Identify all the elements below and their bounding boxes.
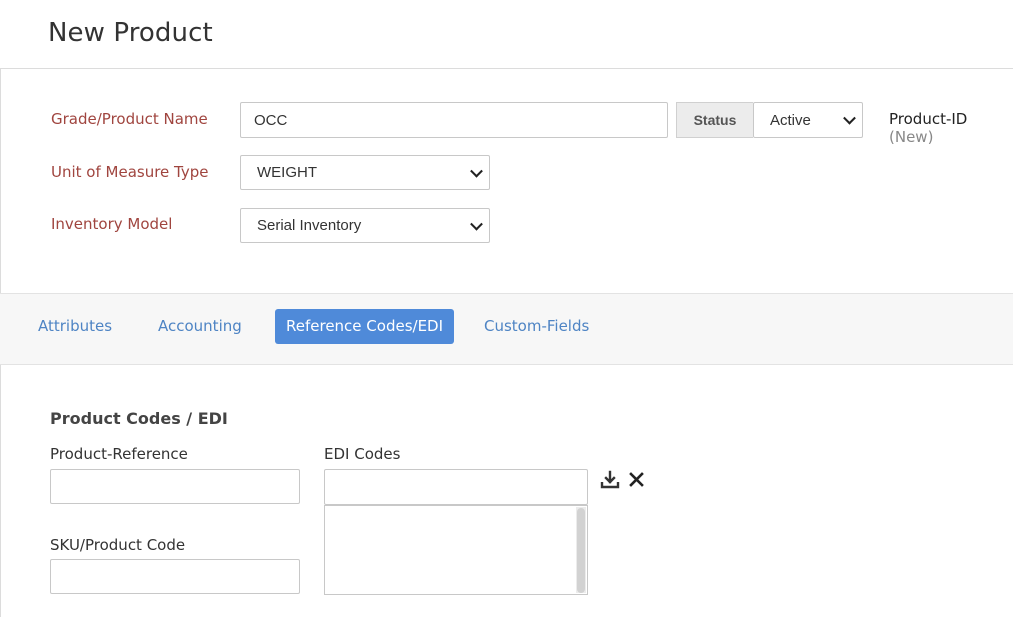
tab-bar: Attributes Accounting Reference Codes/ED… bbox=[0, 293, 1013, 365]
status-select-value: Active bbox=[770, 111, 811, 129]
edi-codes-list[interactable] bbox=[324, 505, 588, 595]
product-reference-input[interactable] bbox=[50, 469, 300, 504]
status-select[interactable]: Active bbox=[753, 102, 863, 138]
grade-product-name-input[interactable] bbox=[240, 102, 668, 138]
inventory-model-select[interactable]: Serial Inventory bbox=[240, 208, 490, 243]
close-icon[interactable] bbox=[627, 470, 647, 490]
product-id-label: Product-ID bbox=[889, 110, 968, 128]
uom-type-select-value: WEIGHT bbox=[257, 164, 317, 181]
product-id: Product-ID (New) bbox=[889, 110, 1013, 146]
chevron-down-icon bbox=[843, 111, 856, 125]
uom-type-select[interactable]: WEIGHT bbox=[240, 155, 490, 190]
tab-accounting[interactable]: Accounting bbox=[158, 309, 242, 344]
product-id-value: (New) bbox=[889, 128, 934, 146]
sku-product-code-label: SKU/Product Code bbox=[50, 536, 186, 554]
tab-reference-codes-edi[interactable]: Reference Codes/EDI bbox=[275, 309, 455, 344]
edi-codes-label: EDI Codes bbox=[324, 445, 401, 463]
tab-attributes[interactable]: Attributes bbox=[38, 309, 112, 344]
status-label: Status bbox=[676, 102, 753, 138]
sku-product-code-input[interactable] bbox=[50, 559, 300, 594]
product-reference-label: Product-Reference bbox=[50, 445, 188, 463]
edi-codes-input[interactable] bbox=[324, 469, 588, 505]
scrollbar-thumb[interactable] bbox=[577, 508, 585, 593]
download-icon[interactable] bbox=[600, 470, 620, 490]
uom-type-label: Unit of Measure Type bbox=[51, 163, 209, 181]
chevron-down-icon bbox=[470, 217, 483, 231]
chevron-down-icon bbox=[470, 164, 483, 178]
tab-custom-fields[interactable]: Custom-Fields bbox=[484, 309, 589, 344]
grade-product-name-label: Grade/Product Name bbox=[51, 110, 208, 128]
page-title: New Product bbox=[48, 18, 213, 48]
header-divider bbox=[0, 68, 1013, 69]
inventory-model-select-value: Serial Inventory bbox=[257, 217, 362, 234]
section-title: Product Codes / EDI bbox=[50, 409, 228, 428]
inventory-model-label: Inventory Model bbox=[51, 215, 173, 233]
